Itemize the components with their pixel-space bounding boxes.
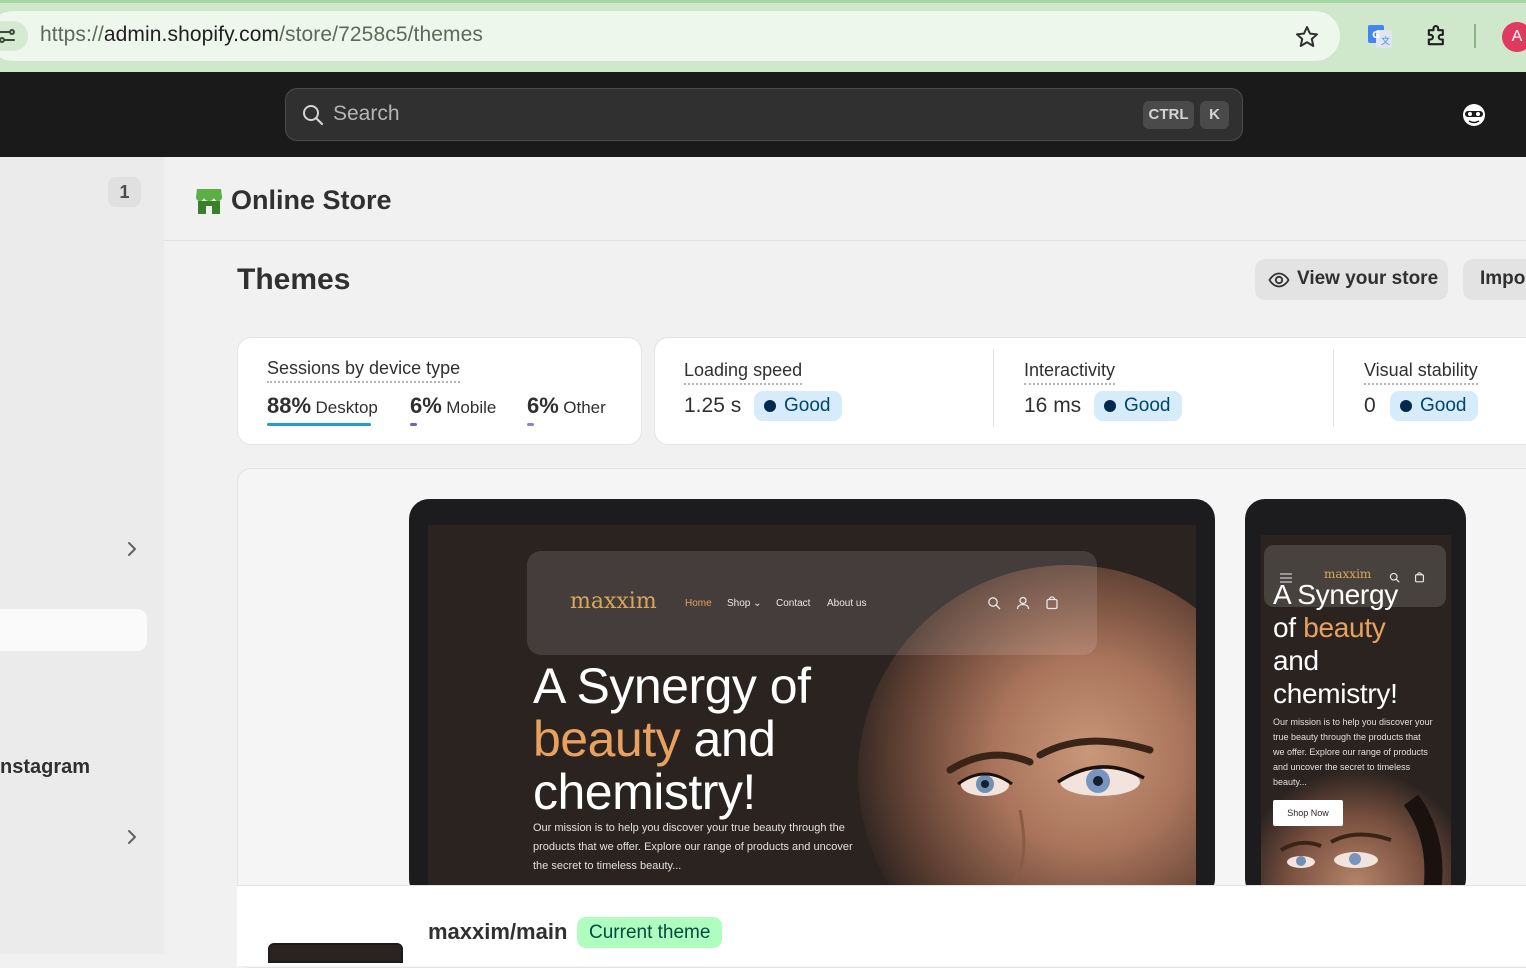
sessions-label[interactable]: Sessions by device type (267, 358, 461, 383)
sidebar-item-selected[interactable] (0, 609, 147, 651)
chevron-right-icon[interactable] (124, 539, 140, 559)
sidebar-item-instagram[interactable]: nstagram (0, 756, 90, 779)
shortcut-ctrl-key: CTRL (1143, 101, 1194, 129)
preview-headline: A Synergy of beauty and chemistry! (533, 660, 933, 819)
device-desktop: 88% Desktop (267, 393, 378, 419)
device-mobile-name: Mobile (446, 398, 497, 417)
model-face-image (930, 660, 1210, 900)
preview-nav-shop: Shop ⌄ (727, 598, 762, 609)
chevron-right-icon[interactable] (124, 827, 140, 847)
preview-nav-shop-label: Shop (727, 598, 751, 609)
status-dot-icon (1400, 400, 1412, 412)
preview-nav-home: Home (685, 598, 712, 609)
preview-user-icon (1016, 596, 1030, 610)
preview-headline-line2: and (680, 711, 776, 767)
page-title: Themes (237, 263, 351, 296)
import-theme-label: Impor (1480, 268, 1526, 289)
metric-value-visual-stability: 0 (1364, 394, 1376, 417)
search-placeholder: Search (333, 102, 400, 125)
url-text[interactable]: https://admin.shopify.com/store/7258c5/t… (40, 23, 483, 47)
bookmark-star-icon[interactable] (1293, 23, 1321, 51)
search-icon (302, 104, 324, 126)
preview-description: Our mission is to help you discover your… (533, 822, 853, 872)
profile-avatar[interactable]: A (1502, 22, 1526, 52)
preview-headline-line3: chemistry! (533, 764, 756, 820)
theme-name: maxxim/main (428, 919, 568, 944)
device-other-bar (527, 423, 534, 426)
preview-nav-contact: Contact (776, 598, 811, 609)
mobile-preview-headline: A Synergy of beauty and chemistry! (1273, 578, 1448, 710)
preview-headline-line1: A Synergy of (533, 658, 811, 714)
metric-label-interactivity[interactable]: Interactivity (1024, 360, 1116, 385)
preview-cart-icon (1045, 596, 1059, 610)
svg-text:文: 文 (1381, 35, 1390, 47)
mobile-headline-accent: beauty (1303, 612, 1386, 643)
device-other-pct: 6% (527, 393, 559, 418)
browser-top-line (0, 0, 1526, 3)
extensions-puzzle-icon[interactable] (1423, 22, 1451, 50)
toolbar-separator (1474, 24, 1476, 48)
status-text: Good (1124, 395, 1171, 416)
metric-value-interactivity: 16 ms (1024, 394, 1082, 417)
metric-value-loading: 1.25 s (684, 394, 742, 417)
status-badge-visual-stability: Good (1390, 391, 1479, 421)
mobile-headline-line1: A Synergy (1273, 579, 1398, 610)
url-path: /store/7258c5/themes (279, 23, 484, 46)
mobile-preview-description: Our mission is to help you discover your… (1273, 717, 1433, 787)
metric-label-visual-stability[interactable]: Visual stability (1364, 360, 1478, 385)
device-desktop-bar (267, 423, 371, 426)
device-desktop-name: Desktop (315, 398, 378, 417)
device-mobile-pct: 6% (410, 393, 442, 418)
google-translate-icon[interactable]: G 文 (1366, 22, 1394, 50)
theme-thumbnail (268, 943, 403, 963)
status-text: Good (784, 395, 831, 416)
sidebar-count-badge: 1 (108, 177, 141, 207)
status-badge-interactivity: Good (1094, 391, 1183, 421)
device-desktop-pct: 88% (267, 393, 312, 418)
mobile-preview-shop-now-button: Shop Now (1273, 800, 1343, 826)
chevron-down-icon: ⌄ (753, 598, 762, 609)
preview-search-icon (987, 596, 1001, 610)
url-prefix: https:// (40, 23, 104, 46)
device-mobile: 6% Mobile (410, 393, 496, 419)
status-badge-loading: Good (754, 391, 843, 421)
url-host: admin.shopify.com (103, 23, 280, 46)
online-store-icon (195, 187, 223, 216)
mobile-headline-of: of (1273, 612, 1304, 643)
current-theme-badge: Current theme (577, 917, 723, 948)
divider (993, 349, 994, 427)
preview-nav-about: About us (827, 598, 867, 609)
mobile-headline-line4: chemistry! (1273, 678, 1398, 709)
metric-label-loading[interactable]: Loading speed (684, 360, 803, 385)
eye-icon (1268, 269, 1290, 291)
device-other-name: Other (563, 398, 606, 417)
preview-logo: maxxim (570, 589, 657, 614)
store-title: Online Store (231, 185, 392, 215)
mobile-headline-line3: and (1273, 645, 1319, 676)
status-dot-icon (764, 400, 776, 412)
store-avatar-icon[interactable] (1460, 101, 1488, 129)
site-info-icon[interactable] (0, 21, 28, 51)
search-input[interactable] (285, 88, 1243, 141)
device-other: 6% Other (527, 393, 606, 419)
status-text: Good (1420, 395, 1467, 416)
status-dot-icon (1104, 400, 1116, 412)
preview-headline-accent: beauty (533, 711, 681, 767)
shortcut-k-key: K (1200, 101, 1229, 129)
view-store-label: View your store (1297, 268, 1439, 289)
sessions-card (237, 337, 642, 445)
svg-text:G: G (1372, 30, 1380, 41)
divider (1333, 349, 1334, 427)
device-mobile-bar (410, 423, 417, 426)
